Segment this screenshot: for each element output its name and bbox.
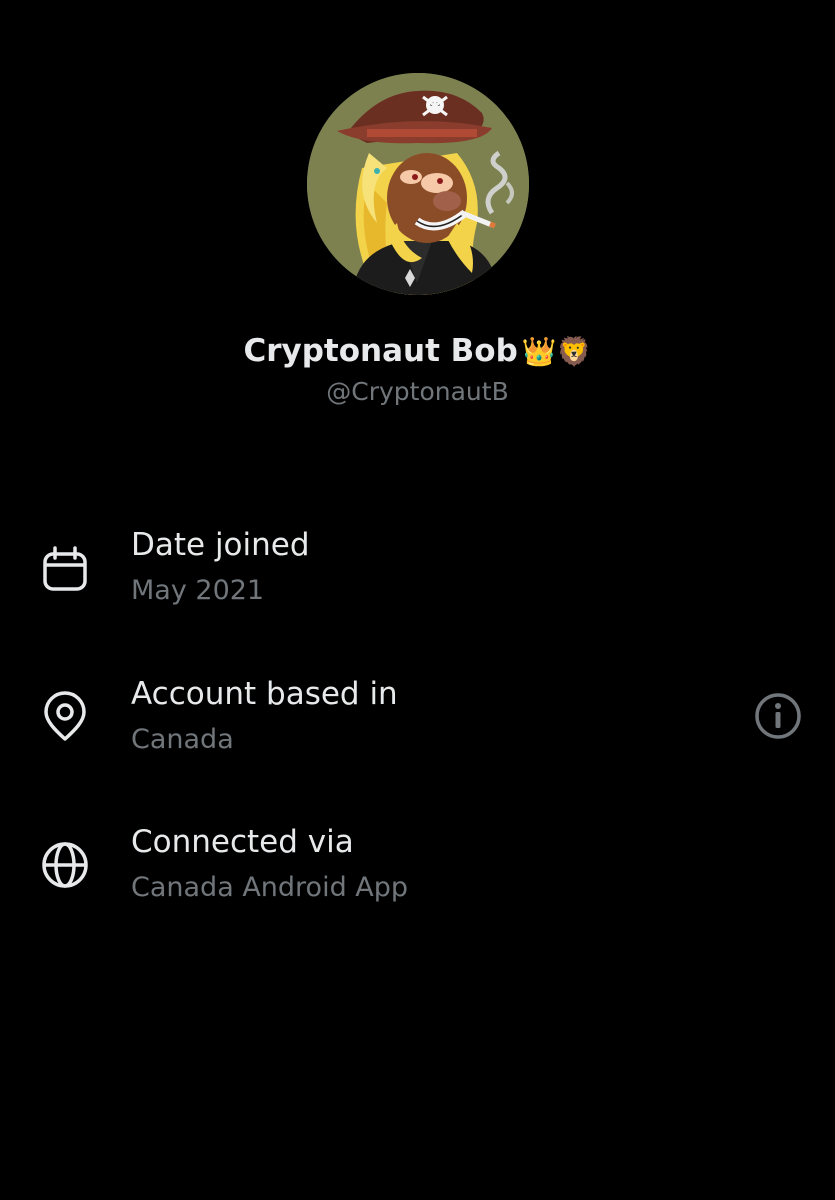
connected-via-value: Canada Android App [131,872,409,903]
display-name: Cryptonaut Bob 👑🦁 [0,333,835,369]
globe-icon [38,838,92,892]
info-icon[interactable] [752,690,804,742]
account-based-in-label: Account based in [131,676,398,712]
user-handle: @CryptonautB [326,377,509,406]
account-info-page: Cryptonaut Bob 👑🦁 @CryptonautB Date joine… [0,0,835,1200]
connected-via-label: Connected via [131,824,354,860]
pirate-lion-avatar-image [307,73,529,295]
account-based-in-value: Canada [131,724,234,755]
calendar-icon [38,543,92,597]
account-based-in-row: Account based in Canada [0,676,835,786]
location-pin-icon [38,690,92,744]
display-name-text: Cryptonaut Bob [243,333,518,369]
date-joined-label: Date joined [131,527,310,563]
display-name-emoji-badges: 👑🦁 [521,335,592,368]
date-joined-row: Date joined May 2021 [0,527,835,637]
connected-via-row: Connected via Canada Android App [0,824,835,934]
profile-avatar[interactable] [307,73,529,295]
date-joined-value: May 2021 [131,575,265,606]
